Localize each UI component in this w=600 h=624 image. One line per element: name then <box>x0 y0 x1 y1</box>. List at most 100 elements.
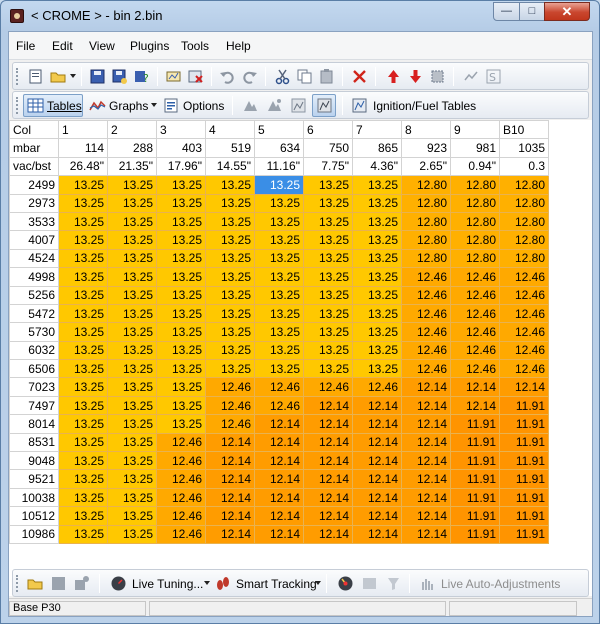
table-cell[interactable]: 12.46 <box>205 395 255 416</box>
table-cell[interactable]: 12.46 <box>156 451 206 471</box>
vac-bst-cell[interactable]: 17.96" <box>156 156 206 177</box>
table-cell[interactable]: 11.91 <box>450 432 500 453</box>
table-cell[interactable]: 12.14 <box>401 469 451 489</box>
table-cell[interactable]: 11.91 <box>499 469 549 489</box>
table-cell[interactable]: 13.25 <box>205 303 255 324</box>
rpm-row-header[interactable]: 9048 <box>9 451 59 471</box>
menu-plugins[interactable]: Plugins <box>130 39 169 53</box>
table-cell[interactable]: 13.25 <box>107 432 157 453</box>
table-cell[interactable]: 12.14 <box>254 414 304 434</box>
table-cell[interactable]: 13.25 <box>58 432 108 453</box>
live-auto-adjustments-icon[interactable] <box>419 575 436 592</box>
table-cell[interactable]: 12.80 <box>450 211 500 232</box>
smart-tracking-dropdown-arrow-icon[interactable] <box>315 581 321 585</box>
table-cell[interactable]: 12.14 <box>401 377 451 397</box>
table-cell[interactable]: 12.46 <box>254 395 304 416</box>
table-cell[interactable]: 12.46 <box>401 359 451 379</box>
table-cell[interactable]: 13.25 <box>205 248 255 269</box>
table-cell[interactable]: 12.14 <box>303 414 353 434</box>
rom-info-icon[interactable] <box>165 68 182 85</box>
table-cell[interactable]: 12.14 <box>352 451 402 471</box>
table-cell[interactable]: 13.25 <box>303 193 353 213</box>
smooth-icon[interactable] <box>463 68 480 85</box>
table-cell[interactable]: 13.25 <box>352 211 402 232</box>
table-cell[interactable]: 13.25 <box>156 285 206 305</box>
table-cell[interactable]: 13.25 <box>107 506 157 526</box>
table-cell[interactable]: 12.14 <box>352 414 402 434</box>
vac-bst-cell[interactable]: 21.35" <box>107 156 157 177</box>
cut-icon[interactable] <box>274 68 291 85</box>
live-tuning-label[interactable]: Live Tuning... <box>132 577 203 591</box>
table-cell[interactable]: 13.25 <box>205 285 255 305</box>
table-cell[interactable]: 12.46 <box>450 359 500 379</box>
table-cell[interactable]: 12.46 <box>450 267 500 287</box>
options-icon[interactable] <box>163 97 180 114</box>
vac-bst-cell[interactable]: 0.3 <box>499 156 549 177</box>
table-cell[interactable]: 12.46 <box>156 469 206 489</box>
rpm-row-header[interactable]: 5730 <box>9 322 59 342</box>
open-folder-icon[interactable] <box>50 68 67 85</box>
maximize-button[interactable]: □ <box>519 2 545 21</box>
table-cell[interactable]: 12.14 <box>499 377 549 397</box>
table-cell[interactable]: 13.25 <box>58 451 108 471</box>
datalog-settings-icon[interactable] <box>73 575 90 592</box>
table-cell[interactable]: 13.25 <box>303 248 353 269</box>
table-cell[interactable]: 13.25 <box>254 359 304 379</box>
rpm-row-header[interactable]: 5472 <box>9 303 59 324</box>
table-cell[interactable]: 12.14 <box>352 487 402 508</box>
mbar-cell[interactable]: 288 <box>107 138 157 158</box>
table-cell[interactable]: 12.14 <box>401 414 451 434</box>
table-cell[interactable]: 12.80 <box>499 230 549 250</box>
table-cell[interactable]: 12.14 <box>303 487 353 508</box>
table-cell[interactable]: 12.14 <box>352 432 402 453</box>
mbar-cell[interactable]: 865 <box>352 138 402 158</box>
table-cell[interactable]: 13.25 <box>156 193 206 213</box>
rpm-row-header[interactable]: 10038 <box>9 487 59 508</box>
table-cell[interactable]: 13.25 <box>352 193 402 213</box>
rpm-row-header[interactable]: 7023 <box>9 377 59 397</box>
table-cell[interactable]: 12.14 <box>450 395 500 416</box>
table-cell[interactable]: 13.25 <box>107 303 157 324</box>
table-cell[interactable]: 12.80 <box>401 175 451 195</box>
table-cell[interactable]: 12.14 <box>254 524 304 544</box>
column-header-cell[interactable]: 7 <box>352 119 402 140</box>
minimize-button[interactable]: — <box>493 2 520 21</box>
mbar-cell[interactable]: 114 <box>58 138 108 158</box>
table-cell[interactable]: 12.46 <box>499 322 549 342</box>
table-cell[interactable]: 11.91 <box>450 414 500 434</box>
menu-file[interactable]: File <box>16 39 35 53</box>
table-cell[interactable]: 12.46 <box>156 487 206 508</box>
column-header-cell[interactable]: 8 <box>401 119 451 140</box>
table-cell[interactable]: 12.14 <box>303 506 353 526</box>
table-cell[interactable]: 12.46 <box>450 303 500 324</box>
table-cell[interactable]: 13.25 <box>107 395 157 416</box>
vac-bst-cell[interactable]: 11.16" <box>254 156 304 177</box>
menu-view[interactable]: View <box>89 39 115 53</box>
vac-bst-cell[interactable]: 4.36" <box>352 156 402 177</box>
table-cell[interactable]: 13.25 <box>352 230 402 250</box>
table-cell[interactable]: 13.25 <box>156 377 206 397</box>
datalog-gauge-icon[interactable] <box>337 575 354 592</box>
table-cell[interactable]: 12.46 <box>401 340 451 361</box>
table-cell[interactable]: 12.46 <box>499 285 549 305</box>
fuel-map-icon[interactable] <box>266 97 283 114</box>
rpm-row-header[interactable]: 5256 <box>9 285 59 305</box>
table-cell[interactable]: 13.25 <box>107 193 157 213</box>
table-cell[interactable]: 13.25 <box>303 267 353 287</box>
checksum-icon[interactable]: ? <box>133 68 150 85</box>
table-cell[interactable]: 12.14 <box>254 432 304 453</box>
table-cell[interactable]: 13.25 <box>58 248 108 269</box>
table-cell[interactable]: 13.25 <box>58 377 108 397</box>
table-cell[interactable]: 11.91 <box>499 395 549 416</box>
close-file-icon[interactable] <box>187 68 204 85</box>
table-cell[interactable]: 13.25 <box>156 322 206 342</box>
table-cell[interactable]: 12.80 <box>401 211 451 232</box>
table-cell[interactable]: 12.14 <box>254 469 304 489</box>
open-dropdown-arrow-icon[interactable] <box>70 74 76 78</box>
rpm-row-header[interactable]: 9521 <box>9 469 59 489</box>
table-cell[interactable]: 13.25 <box>156 248 206 269</box>
rpm-row-header[interactable]: 4524 <box>9 248 59 269</box>
table-cell[interactable]: 12.14 <box>401 506 451 526</box>
table-cell[interactable]: 13.25 <box>58 359 108 379</box>
datalog-filter-icon[interactable] <box>385 575 402 592</box>
